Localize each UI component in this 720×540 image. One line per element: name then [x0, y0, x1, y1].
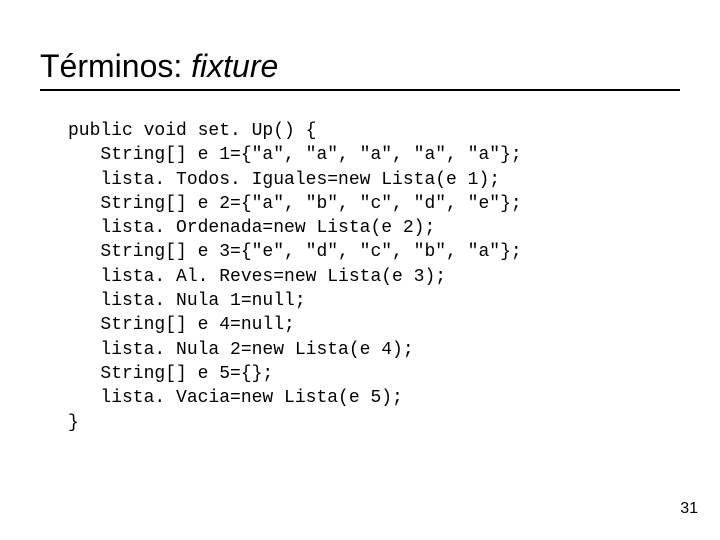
code-block: public void set. Up() { String[] e 1={"a…	[68, 119, 680, 435]
title-prefix: Términos:	[40, 48, 191, 84]
code-line: String[] e 1={"a", "a", "a", "a", "a"};	[68, 145, 522, 165]
code-line: public void set. Up() {	[68, 121, 316, 141]
code-line: lista. Al. Reves=new Lista(e 3);	[68, 267, 446, 287]
code-line: lista. Nula 2=new Lista(e 4);	[68, 340, 414, 360]
code-line: lista. Vacia=new Lista(e 5);	[68, 388, 403, 408]
code-line: String[] e 5={};	[68, 364, 273, 384]
slide-title: Términos: fixture	[40, 48, 680, 91]
code-line: String[] e 3={"e", "d", "c", "b", "a"};	[68, 242, 522, 262]
slide: Términos: fixture public void set. Up() …	[0, 0, 720, 540]
code-line: lista. Todos. Iguales=new Lista(e 1);	[68, 170, 500, 190]
page-number: 31	[680, 500, 698, 518]
code-line: String[] e 4=null;	[68, 315, 295, 335]
code-line: lista. Nula 1=null;	[68, 291, 306, 311]
code-line: }	[68, 413, 79, 433]
code-line: String[] e 2={"a", "b", "c", "d", "e"};	[68, 194, 522, 214]
code-line: lista. Ordenada=new Lista(e 2);	[68, 218, 435, 238]
title-italic: fixture	[191, 48, 278, 84]
